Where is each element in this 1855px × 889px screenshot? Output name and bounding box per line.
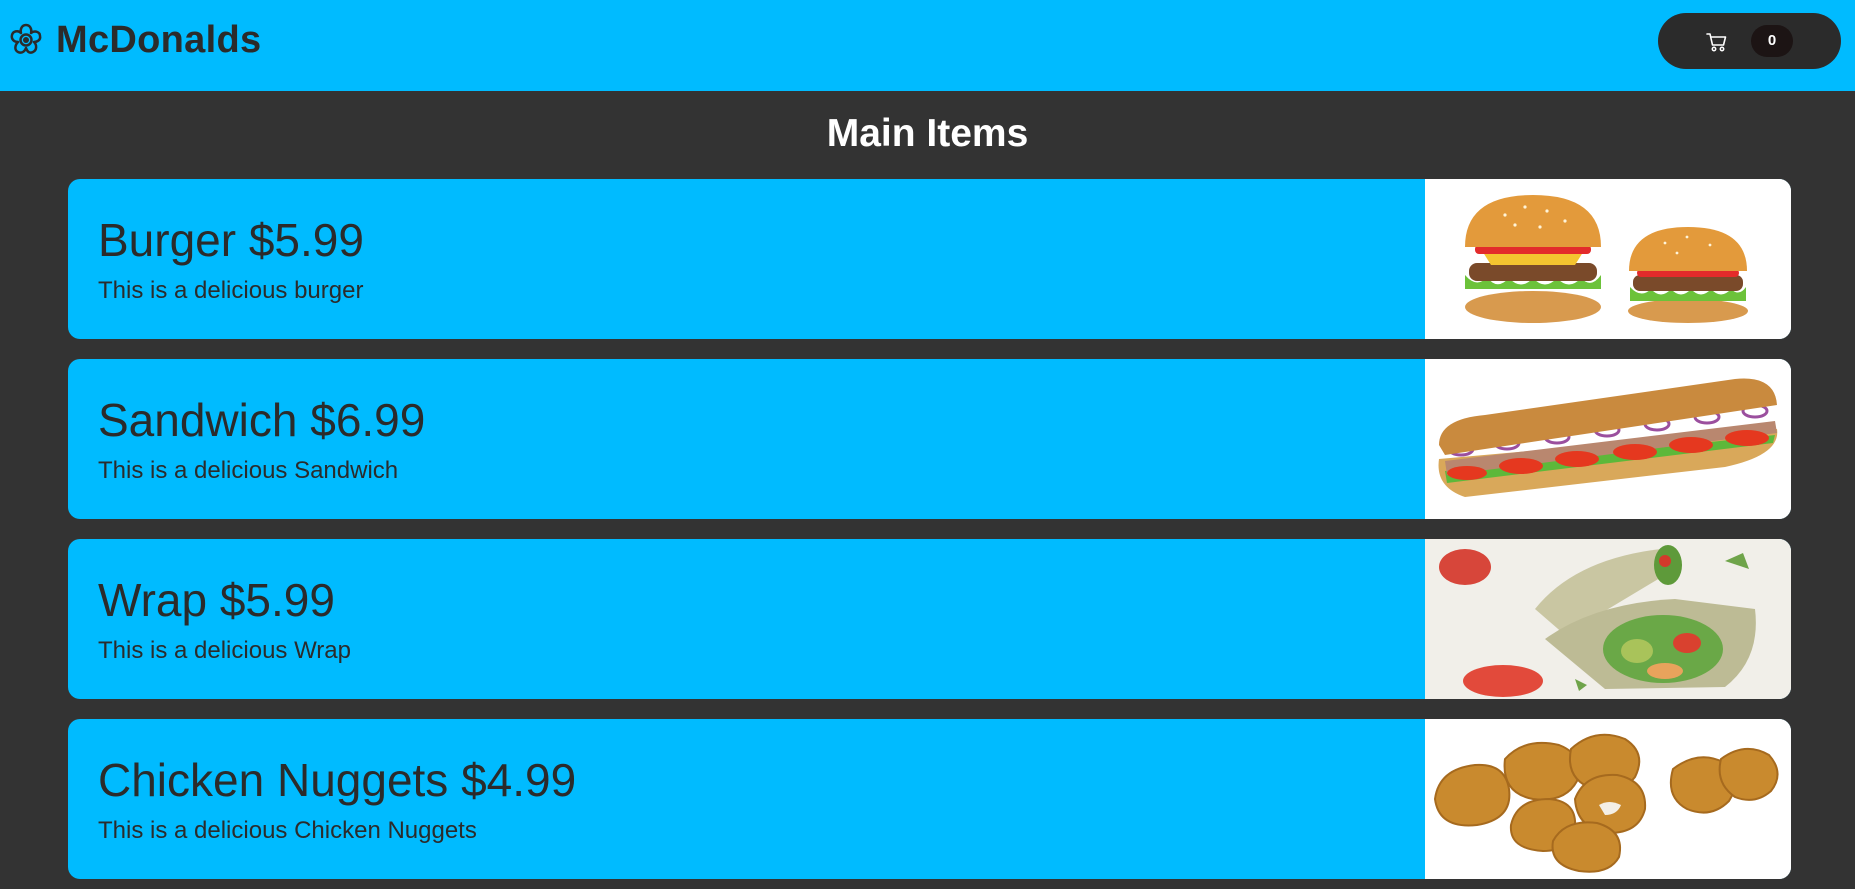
menu-item-title: Sandwich $6.99	[98, 394, 426, 446]
nuggets-image	[1425, 719, 1791, 879]
sandwich-image	[1425, 359, 1791, 519]
menu-item-card[interactable]: Chicken Nuggets $4.99 This is a deliciou…	[68, 719, 1791, 879]
wrap-image	[1425, 539, 1791, 699]
menu-item-description: This is a delicious burger	[98, 277, 364, 304]
cart-button[interactable]: 0	[1658, 13, 1841, 69]
brand-name: McDonalds	[56, 18, 262, 61]
burger-image	[1425, 179, 1791, 339]
menu-item-description: This is a delicious Chicken Nuggets	[98, 817, 477, 844]
menu-item-card[interactable]: Sandwich $6.99 This is a delicious Sandw…	[68, 359, 1791, 519]
menu-item-title: Burger $5.99	[98, 214, 364, 266]
menu-item-card[interactable]: Wrap $5.99 This is a delicious Wrap	[68, 539, 1791, 699]
flower-logo-icon	[10, 23, 42, 54]
menu-item-title: Chicken Nuggets $4.99	[98, 754, 577, 806]
section-title: Main Items	[826, 112, 1029, 155]
cart-count-badge: 0	[1751, 25, 1793, 57]
brand[interactable]: McDonalds	[8, 18, 261, 62]
menu-item-card[interactable]: Burger $5.99 This is a delicious burger	[68, 179, 1791, 339]
menu-item-description: This is a delicious Sandwich	[98, 457, 399, 484]
app-header: McDonalds 0	[0, 0, 1855, 91]
menu-item-description: This is a delicious Wrap	[98, 637, 351, 664]
cart-icon	[1706, 33, 1727, 52]
menu-item-title: Wrap $5.99	[98, 574, 335, 626]
